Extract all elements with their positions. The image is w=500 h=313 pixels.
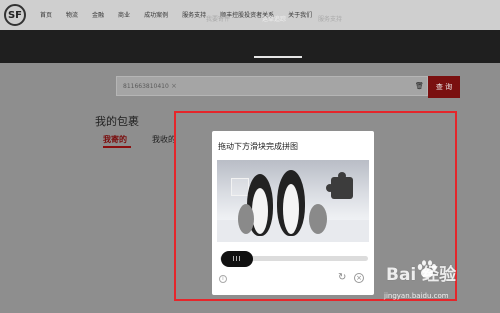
captcha-puzzle-image bbox=[217, 160, 369, 242]
info-icon[interactable]: i bbox=[219, 275, 227, 283]
search-button[interactable]: 查 询 bbox=[428, 76, 460, 98]
slider-captcha-dialog: 拖动下方滑块完成拼图 III i ↻ × bbox=[212, 131, 374, 295]
baidu-paw-icon bbox=[417, 260, 437, 278]
trash-icon[interactable]: 🗑 bbox=[415, 82, 424, 90]
captcha-title: 拖动下方滑块完成拼图 bbox=[218, 142, 298, 151]
nav-item-about[interactable]: 关于我们 bbox=[288, 10, 312, 19]
close-icon[interactable]: × bbox=[354, 273, 364, 283]
penguin-right bbox=[277, 170, 305, 236]
penguin-chick-left bbox=[238, 204, 254, 234]
clear-icon[interactable]: × bbox=[171, 82, 177, 90]
tab-service-support[interactable]: 服务支持 bbox=[318, 14, 342, 23]
slider-handle[interactable]: III bbox=[221, 251, 253, 267]
waybill-number: 811663810410 bbox=[123, 83, 169, 90]
nav-item-cases[interactable]: 成功案例 bbox=[144, 10, 168, 19]
top-navigation-bar: SF 首页 物流 金融 商业 成功案例 服务支持 顺丰控股投资者关系 关于我们 bbox=[0, 0, 500, 30]
penguin-chick-right bbox=[309, 204, 327, 234]
sub-navigation-bar bbox=[0, 30, 500, 63]
nav-item-logistics[interactable]: 物流 bbox=[66, 10, 78, 19]
puzzle-piece-icon bbox=[326, 172, 353, 199]
watermark-url: jingyan.baidu.com bbox=[384, 292, 449, 300]
tab-sent-by-me[interactable]: 我寄的 bbox=[103, 134, 127, 145]
tab-send-parcel[interactable]: 我要寄件 bbox=[206, 14, 230, 23]
active-tab-indicator bbox=[254, 56, 302, 58]
nav-item-finance[interactable]: 金融 bbox=[92, 10, 104, 19]
tab-received-by-me[interactable]: 我收的 bbox=[152, 134, 176, 145]
tab-waybill-tracking[interactable]: 运单追踪 bbox=[262, 14, 286, 23]
nav-item-support[interactable]: 服务支持 bbox=[182, 10, 206, 19]
tab-sent-underline bbox=[103, 146, 131, 148]
sf-logo[interactable]: SF bbox=[4, 4, 26, 26]
refresh-icon[interactable]: ↻ bbox=[338, 272, 346, 283]
waybill-search-input[interactable]: 811663810410 × 🗑 bbox=[116, 76, 428, 96]
my-parcels-title: 我的包裹 bbox=[95, 115, 139, 128]
nav-item-home[interactable]: 首页 bbox=[40, 10, 52, 19]
nav-item-business[interactable]: 商业 bbox=[118, 10, 130, 19]
